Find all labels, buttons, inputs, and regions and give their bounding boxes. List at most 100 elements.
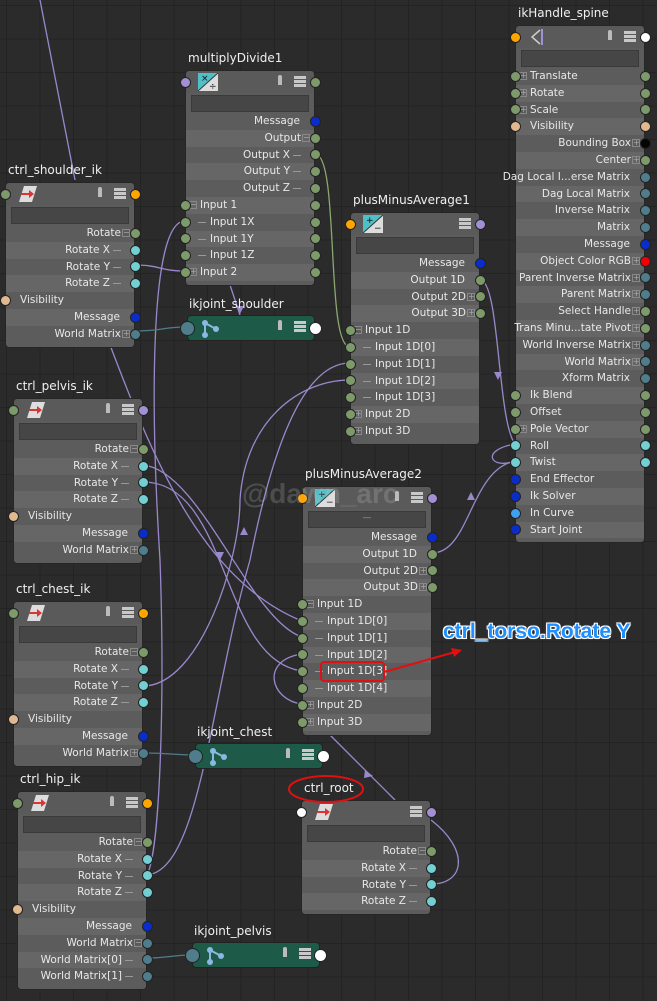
input-port[interactable]	[344, 375, 356, 387]
output-port[interactable]	[639, 205, 651, 217]
attribute-row[interactable]: Visibility	[11, 901, 146, 918]
output-port[interactable]	[309, 216, 321, 228]
output-port[interactable]	[129, 244, 141, 256]
attribute-row[interactable]: Select Handle +	[516, 303, 651, 320]
attribute-row[interactable]: Input 1−	[179, 197, 321, 214]
pin-icon[interactable]	[286, 748, 290, 758]
output-port[interactable]	[309, 250, 321, 262]
attribute-row[interactable]: Output 3D +	[303, 579, 438, 597]
output-port[interactable]	[137, 477, 149, 489]
node-name-field[interactable]	[191, 95, 309, 112]
header-output-port[interactable]	[137, 404, 149, 416]
node-ctrl-root[interactable]: Rotate − Rotate X Rotate Y Rotate Z	[295, 800, 437, 916]
output-port[interactable]	[639, 138, 651, 150]
output-port[interactable]	[426, 548, 438, 560]
output-port[interactable]	[309, 233, 321, 245]
expand-icon[interactable]: +	[632, 156, 640, 164]
input-port[interactable]	[509, 104, 521, 116]
input-port[interactable]	[509, 87, 521, 99]
output-port[interactable]	[129, 328, 141, 340]
attribute-row[interactable]: Roll	[509, 438, 651, 455]
input-port[interactable]	[344, 358, 356, 370]
output-port[interactable]	[137, 663, 149, 675]
input-port[interactable]	[344, 409, 356, 421]
attribute-row[interactable]: Pole Vector +	[509, 420, 651, 438]
header-input-port[interactable]	[344, 218, 356, 230]
input-port[interactable]	[509, 524, 521, 536]
attribute-row[interactable]: Input 1D −	[344, 322, 479, 339]
output-port[interactable]	[141, 920, 153, 932]
node-name-field[interactable]	[19, 423, 137, 440]
expand-icon[interactable]: +	[632, 307, 640, 316]
output-port[interactable]	[137, 494, 149, 506]
attribute-row[interactable]: Message	[351, 255, 486, 272]
input-port[interactable]	[296, 666, 308, 678]
node-ctrl-hip-ik[interactable]: Rotate − Rotate X Rotate Y Rotate Z Visibilit…	[11, 791, 153, 991]
attribute-row[interactable]: Rotate Z	[302, 893, 437, 911]
attribute-row[interactable]: Output 1D	[351, 271, 486, 289]
node-ikjoint-pelvis[interactable]	[185, 942, 327, 968]
attribute-row[interactable]: Input 1Z	[179, 247, 321, 264]
pin-icon[interactable]	[106, 606, 110, 616]
input-port[interactable]	[509, 390, 521, 402]
expand-icon[interactable]: +	[122, 329, 130, 338]
attribute-row[interactable]: Rotate −	[14, 441, 149, 458]
output-port[interactable]	[309, 166, 321, 178]
output-port[interactable]	[426, 565, 438, 577]
output-port[interactable]	[309, 199, 321, 211]
attribute-row[interactable]: Message	[14, 525, 149, 542]
header-output-port[interactable]	[474, 218, 486, 230]
attribute-row[interactable]: Output 3D +	[351, 305, 486, 323]
input-port[interactable]	[509, 490, 521, 502]
output-port[interactable]	[474, 308, 486, 320]
input-port[interactable]	[509, 406, 521, 418]
attribute-row[interactable]: Dag Local Matrix	[516, 185, 651, 203]
output-port[interactable]	[639, 121, 651, 133]
header-output-port[interactable]	[137, 607, 149, 619]
attribute-row[interactable]: Rotate −	[6, 225, 141, 242]
output-port[interactable]	[639, 104, 651, 116]
attribute-row[interactable]: World Matrix[1]	[18, 968, 153, 985]
output-port[interactable]	[639, 440, 651, 452]
node-ikjoint-shoulder[interactable]	[180, 315, 322, 341]
header-input-port[interactable]	[509, 31, 521, 43]
output-port[interactable]	[639, 154, 651, 166]
output-port[interactable]	[639, 70, 651, 82]
attribute-row[interactable]: Output −	[186, 129, 321, 147]
attribute-row[interactable]: Output 1D	[303, 545, 438, 563]
header-output-port[interactable]	[129, 188, 141, 200]
attribute-row[interactable]: Message	[6, 309, 141, 326]
node-name-field[interactable]	[356, 237, 474, 254]
attribute-row[interactable]: Rotate Y	[14, 475, 149, 492]
expand-icon[interactable]: +	[632, 340, 640, 349]
attribute-row[interactable]: Output 2D +	[303, 563, 438, 580]
input-port[interactable]	[296, 615, 308, 627]
expand-icon[interactable]: +	[632, 290, 640, 299]
node-name-field[interactable]	[23, 816, 141, 833]
attribute-row[interactable]: Rotate X	[302, 859, 437, 877]
attribute-row[interactable]: Output 2D +	[351, 289, 486, 306]
attribute-row[interactable]: Twist	[509, 454, 651, 472]
output-port[interactable]	[141, 870, 153, 882]
node-name-field[interactable]: —	[308, 511, 426, 528]
output-port[interactable]	[141, 887, 153, 899]
attribute-row[interactable]: Rotate +	[509, 84, 651, 102]
input-port[interactable]	[509, 507, 521, 519]
pin-icon[interactable]	[278, 320, 282, 330]
menu-icon[interactable]	[126, 797, 138, 808]
attribute-row[interactable]: Input 1Y	[179, 230, 321, 248]
header-output-port[interactable]	[639, 31, 651, 43]
input-port[interactable]	[509, 440, 521, 452]
attribute-row[interactable]: Rotate Y	[302, 877, 437, 894]
attribute-row[interactable]: Rotate Z	[14, 491, 149, 509]
header-input-port[interactable]	[0, 188, 11, 200]
node-ctrl-pelvis-ik[interactable]: Rotate − Rotate X Rotate Y Rotate Z Visibilit…	[7, 398, 149, 564]
output-port[interactable]	[639, 222, 651, 234]
attribute-row[interactable]: Visibility	[0, 292, 134, 309]
output-port[interactable]	[137, 730, 149, 742]
menu-icon[interactable]	[114, 188, 126, 199]
attribute-row[interactable]: In Curve	[509, 505, 644, 522]
input-port[interactable]	[296, 599, 308, 611]
menu-icon[interactable]	[294, 321, 306, 332]
input-port[interactable]	[509, 474, 521, 486]
